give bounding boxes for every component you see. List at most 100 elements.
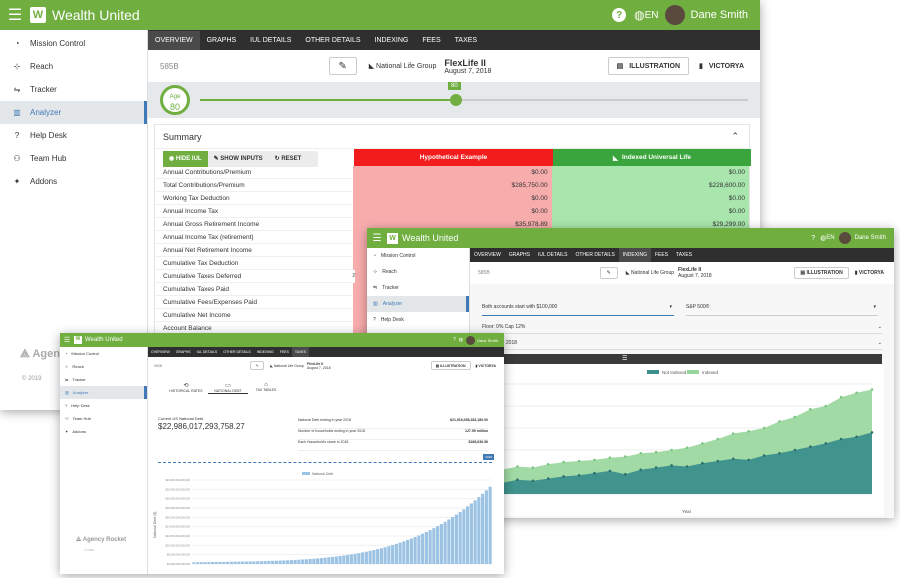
victorya-button[interactable]: ▮ VICTORYA: [699, 62, 744, 70]
hamburger-menu-icon[interactable]: ☰: [0, 5, 30, 25]
tab-iul-details[interactable]: IUL Details: [534, 248, 571, 262]
cell-iul: $0.00: [551, 165, 749, 179]
globe-icon[interactable]: ◍: [459, 337, 463, 343]
collapse-icon[interactable]: ⌃: [731, 131, 739, 142]
tab-indexing[interactable]: Indexing: [368, 31, 416, 50]
accounts-select[interactable]: Both accounts start with $100,000 ▾: [482, 304, 674, 316]
indexed-point: [824, 404, 828, 408]
sidebar-item-tracker[interactable]: ⇋ Tracker: [0, 78, 147, 101]
victorya-button[interactable]: ▮ VICTORYA: [855, 270, 884, 276]
sidebar-item-reach[interactable]: ⊹ Reach: [60, 360, 147, 373]
avatar[interactable]: [838, 232, 851, 244]
sidebar-item-tracker[interactable]: ⇋ Tracker: [60, 373, 147, 386]
sidebar-item-mission-control[interactable]: ◔ Mission Control: [0, 32, 147, 55]
tab-historical-rates[interactable]: ⟲ HISTORICAL RATES: [164, 382, 208, 394]
sidebar-item-tracker[interactable]: ⇋ Tracker: [367, 280, 469, 296]
victorya-button[interactable]: ▮ VICTORYA: [476, 364, 497, 368]
sidebar-item-addons[interactable]: ✦ Addons: [60, 425, 147, 438]
debt-bar: [293, 559, 297, 564]
dashboard-icon: ◔: [373, 253, 377, 259]
y-tick-label: $14,000,000,000,000: [165, 525, 190, 529]
table-icon[interactable]: ☰: [622, 355, 627, 362]
sidebar-item-team-hub[interactable]: ⚇ Team Hub: [60, 412, 147, 425]
tab-indexing[interactable]: Indexing: [618, 248, 651, 262]
user-name[interactable]: Dane Smith: [855, 235, 886, 241]
tab-fees[interactable]: Fees: [415, 31, 447, 50]
help-circle-icon: ?: [373, 317, 376, 323]
tab-iul-details[interactable]: IUL Details: [243, 31, 298, 50]
illustration-label: ILLUSTRATION: [440, 363, 466, 368]
sidebar-item-team-hub[interactable]: ⚇ Team Hub: [0, 147, 147, 170]
floor-cap-row[interactable]: Floor: 0% Cap 12% ⌄: [482, 320, 882, 334]
debt-stat-row: Number of households ending in year 2018…: [298, 429, 488, 440]
y-tick-label: $8,000,000,000,000: [167, 553, 191, 557]
tab-other-details[interactable]: Other Details: [220, 347, 254, 357]
sidebar-item-reach[interactable]: ⊹ Reach: [367, 264, 469, 280]
product-name: FlexLife II: [444, 57, 486, 68]
edit-button[interactable]: ✎: [599, 267, 618, 279]
brand-name: Wealth United: [52, 7, 140, 23]
user-name[interactable]: Dane Smith: [691, 9, 748, 21]
sidebar-item-help-desk[interactable]: ? Help Desk: [0, 124, 147, 147]
tab-graphs[interactable]: Graphs: [505, 248, 534, 262]
help-icon[interactable]: ?: [811, 235, 815, 242]
tab-fees[interactable]: Fees: [651, 248, 672, 262]
illustration-button[interactable]: ▤ ILLUSTRATION: [794, 267, 849, 279]
tab-taxes[interactable]: Taxes: [448, 31, 484, 50]
hide-iul-button[interactable]: ◉ HIDE IUL: [163, 151, 208, 167]
avatar[interactable]: [466, 335, 476, 345]
tab-taxes[interactable]: Taxes: [672, 248, 696, 262]
y-tick-label: $16,000,000,000,000: [165, 515, 190, 519]
avatar[interactable]: [664, 5, 685, 25]
debt-stat-label: Each Household's share in 2018: [298, 440, 349, 444]
illustration-button[interactable]: ▤ ILLUSTRATION: [430, 361, 471, 370]
tab-graphs[interactable]: Graphs: [173, 347, 194, 357]
hamburger-menu-icon[interactable]: ☰: [60, 336, 74, 344]
victorya-label: VICTORYA: [478, 363, 496, 368]
sidebar-item-help-desk[interactable]: ? Help Desk: [60, 399, 147, 412]
tab-national-debt[interactable]: ▭ NATIONAL DEBT: [208, 382, 248, 394]
debt-bar: [447, 519, 451, 564]
sidebar-item-addons[interactable]: ✦ Addons: [0, 170, 147, 193]
tab-overview[interactable]: Overview: [148, 347, 173, 357]
edit-button[interactable]: ✎: [328, 57, 357, 75]
tab-graphs[interactable]: Graphs: [200, 31, 244, 50]
sidebar-item-help-desk[interactable]: ? Help Desk: [367, 312, 469, 328]
tab-iul-details[interactable]: IUL Details: [194, 347, 221, 357]
hamburger-menu-icon[interactable]: ☰: [367, 233, 387, 244]
help-icon[interactable]: ?: [612, 8, 627, 22]
sidebar-item-analyzer[interactable]: ▥ Analyzer: [0, 101, 147, 124]
language-label[interactable]: EN: [645, 10, 659, 21]
tab-overview[interactable]: Overview: [470, 248, 505, 262]
sidebar-item-analyzer[interactable]: ▥ Analyzer: [367, 296, 469, 312]
range-row[interactable]: ge: 2000 - 2018⌄: [482, 336, 882, 350]
tab-indexing[interactable]: Indexing: [254, 347, 277, 357]
index-select[interactable]: S&P 500® ▾: [686, 304, 878, 316]
tab-overview[interactable]: Overview: [148, 30, 200, 50]
language-label[interactable]: EN: [826, 235, 834, 241]
help-icon[interactable]: ?: [453, 337, 456, 343]
age-slider-handle[interactable]: [450, 94, 462, 106]
year-slider-track[interactable]: [158, 462, 492, 463]
debt-bar: [256, 561, 260, 564]
user-name[interactable]: Dane Smith: [477, 338, 498, 343]
debt-bar: [338, 556, 342, 564]
illustration-button[interactable]: ▤ ILLUSTRATION: [607, 57, 689, 75]
reset-button[interactable]: ↻ RESET: [269, 151, 308, 167]
tab-taxes[interactable]: Taxes: [291, 347, 310, 357]
sidebar-item-mission-control[interactable]: ◔ Mission Control: [367, 248, 469, 264]
year-slider-marker[interactable]: 2018: [483, 454, 494, 460]
sidebar-item-reach[interactable]: ⊹ Reach: [0, 55, 147, 78]
debt-bar: [481, 493, 485, 564]
debt-bar: [376, 549, 380, 564]
sidebar-item-analyzer[interactable]: ▥ Analyzer: [60, 386, 147, 399]
tab-other-details[interactable]: Other Details: [571, 248, 618, 262]
sidebar-item-mission-control[interactable]: ◔ Mission Control: [60, 347, 147, 360]
edit-button[interactable]: ✎: [250, 361, 265, 370]
tab-fees[interactable]: Fees: [277, 347, 292, 357]
tab-other-details[interactable]: Other Details: [298, 31, 367, 50]
debt-bar: [413, 536, 417, 564]
show-inputs-button[interactable]: ✎ SHOW INPUTS: [208, 151, 269, 167]
tab-tax-tables[interactable]: ⌂ TAX TABLES: [248, 382, 284, 394]
globe-icon[interactable]: ◍: [634, 8, 644, 22]
